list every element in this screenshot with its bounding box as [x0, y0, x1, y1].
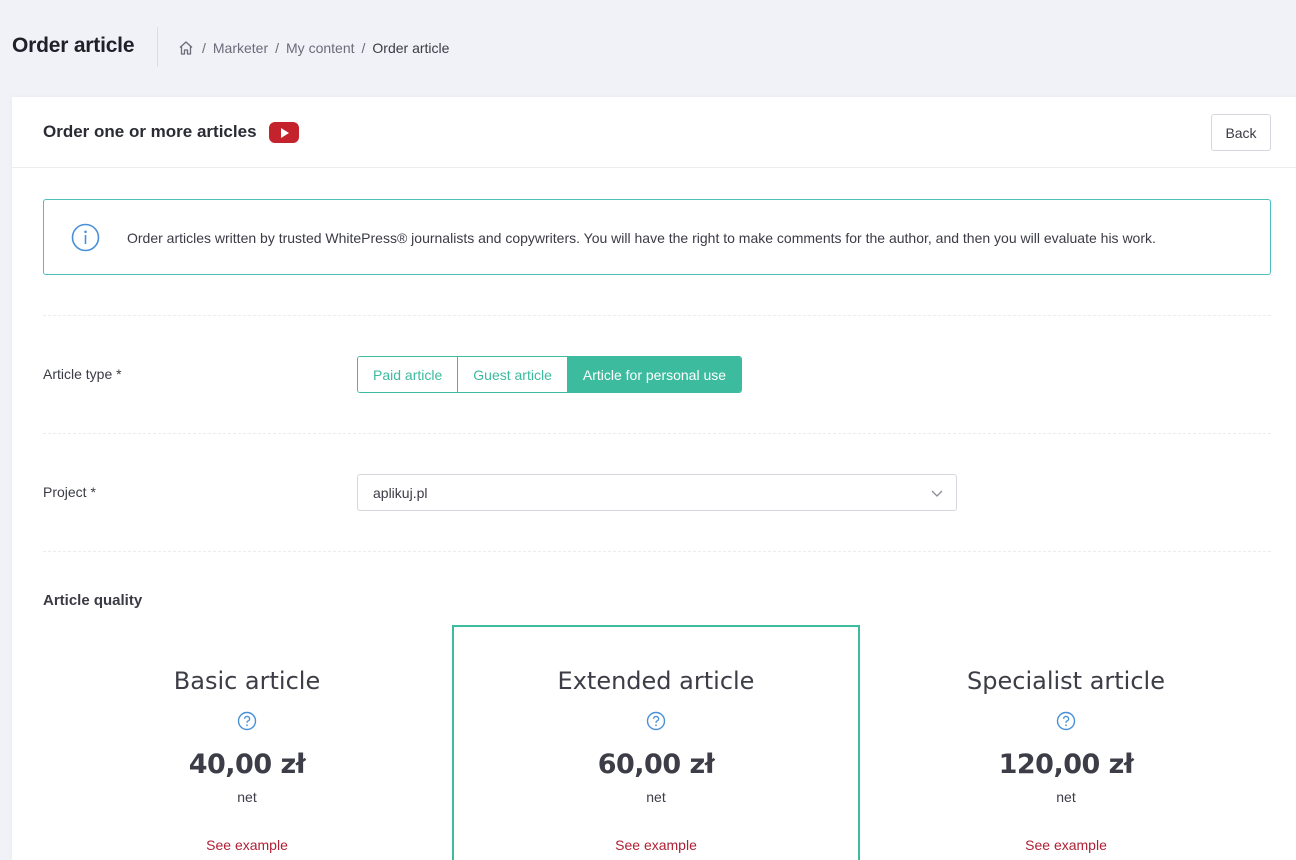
see-example-link[interactable]: See example: [454, 837, 858, 853]
youtube-icon[interactable]: [269, 122, 299, 143]
see-example-link[interactable]: See example: [862, 837, 1270, 853]
breadcrumb-separator: /: [202, 40, 206, 56]
help-icon[interactable]: [237, 711, 257, 731]
article-type-personal[interactable]: Article for personal use: [567, 357, 742, 392]
quality-name: Basic article: [173, 667, 321, 695]
article-type-label: Article type *: [43, 366, 122, 382]
help-icon[interactable]: [1056, 711, 1076, 731]
quality-price: 40,00 zł: [188, 749, 306, 780]
divider: [43, 315, 1271, 316]
divider: [43, 433, 1271, 434]
info-text: Order articles written by trusted WhiteP…: [127, 230, 1156, 246]
top-header: Order article / Marketer / My content / …: [0, 0, 1296, 96]
article-type-paid[interactable]: Paid article: [358, 357, 459, 392]
article-quality-title: Article quality: [43, 592, 143, 609]
project-select[interactable]: aplikuj.pl: [357, 474, 957, 511]
breadcrumb-separator: /: [275, 40, 280, 56]
breadcrumb-order-article: Order article: [372, 40, 450, 56]
back-button[interactable]: Back: [1211, 114, 1271, 151]
info-icon: [71, 223, 100, 252]
quality-net: net: [237, 789, 257, 805]
article-type-guest[interactable]: Guest article: [458, 357, 568, 392]
breadcrumb-separator: /: [361, 40, 366, 56]
quality-name: Specialist article: [967, 667, 1165, 695]
home-icon[interactable]: [177, 39, 195, 57]
quality-price: 120,00 zł: [998, 749, 1134, 780]
card-header: Order one or more articles Back: [12, 97, 1296, 168]
title-divider: [157, 27, 158, 67]
quality-card-specialist[interactable]: Specialist article 120,00 zł net See exa…: [862, 625, 1270, 860]
quality-net: net: [1056, 789, 1076, 805]
breadcrumb-marketer[interactable]: Marketer: [213, 40, 268, 56]
quality-card-basic[interactable]: Basic article 40,00 zł net See example: [43, 625, 451, 860]
card-title: Order one or more articles: [43, 122, 257, 141]
order-card: Order one or more articles Back Order ar…: [12, 97, 1296, 860]
quality-net: net: [646, 789, 666, 805]
quality-card-extended[interactable]: Extended article 60,00 zł net See exampl…: [452, 625, 860, 860]
help-icon[interactable]: [646, 711, 666, 731]
see-example-link[interactable]: See example: [43, 837, 451, 853]
breadcrumb: / Marketer / My content / Order article: [177, 38, 449, 58]
page-title: Order article: [12, 34, 135, 57]
divider: [43, 551, 1271, 552]
info-box: Order articles written by trusted WhiteP…: [43, 199, 1271, 275]
breadcrumb-my-content[interactable]: My content: [286, 40, 354, 56]
project-label: Project *: [43, 484, 96, 500]
chevron-down-icon: [931, 490, 943, 497]
article-type-selector: Paid article Guest article Article for p…: [357, 356, 743, 393]
quality-price: 60,00 zł: [597, 749, 715, 780]
project-select-value: aplikuj.pl: [373, 485, 428, 501]
quality-name: Extended article: [557, 667, 755, 695]
